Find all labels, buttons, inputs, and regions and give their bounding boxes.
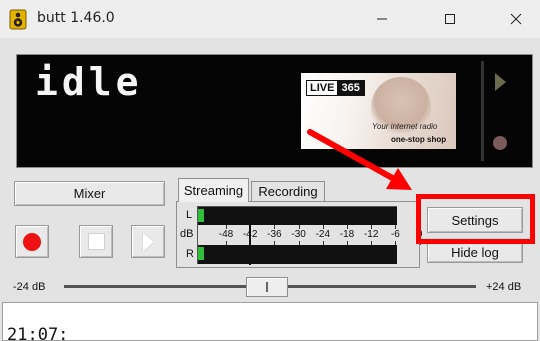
ad-tagline: Your internet radio bbox=[372, 122, 438, 131]
minimize-button[interactable] bbox=[359, 0, 405, 38]
vu-scale-label: -30 bbox=[291, 229, 306, 240]
maximize-icon bbox=[445, 14, 455, 24]
ad-logo-number: 365 bbox=[337, 81, 364, 95]
vu-tick bbox=[395, 241, 397, 245]
record-indicator-icon bbox=[493, 136, 507, 150]
stop-icon bbox=[87, 233, 105, 250]
maximize-button[interactable] bbox=[427, 0, 473, 38]
minimize-icon bbox=[377, 18, 387, 20]
vu-tick bbox=[226, 241, 227, 245]
speaker-icon bbox=[9, 9, 27, 30]
vu-scale-label: -12 bbox=[363, 229, 379, 240]
hide-log-button[interactable]: Hide log bbox=[427, 241, 523, 263]
vu-left-level bbox=[198, 209, 204, 222]
vu-db-label: dB bbox=[180, 228, 194, 240]
stop-button[interactable] bbox=[79, 225, 113, 258]
volume-slider-thumb[interactable] bbox=[246, 277, 288, 297]
vu-scale: -48-42-36-30-24-18-12-60 bbox=[198, 225, 422, 245]
vu-meter-panel: L dB R -48-42-36-30-24-18-12-60 bbox=[176, 201, 422, 268]
tab-recording[interactable]: Recording bbox=[251, 181, 325, 201]
vu-scale-label: -18 bbox=[339, 229, 355, 240]
vu-peak-marker bbox=[249, 207, 252, 265]
play-indicator-icon bbox=[495, 73, 506, 91]
vu-meter: -48-42-36-30-24-18-12-60 bbox=[197, 206, 422, 265]
vu-scale-label: -36 bbox=[267, 229, 282, 240]
log-text: 21:07: bbox=[7, 325, 69, 341]
vu-tick bbox=[274, 241, 276, 245]
display-divider bbox=[481, 61, 484, 161]
close-icon bbox=[510, 13, 522, 25]
ad-tagline-2: one-stop shop bbox=[391, 135, 447, 144]
slider-grip-icon bbox=[266, 282, 268, 292]
mixer-button[interactable]: Mixer bbox=[14, 181, 165, 206]
window-title: butt 1.46.0 bbox=[37, 10, 115, 26]
vu-tick bbox=[347, 241, 348, 245]
log-panel[interactable]: 21:07: bbox=[2, 302, 538, 341]
status-display: idle LIVE 365 Your internet radio one-st… bbox=[16, 54, 533, 168]
tab-streaming[interactable]: Streaming bbox=[178, 178, 249, 202]
vu-scale-label: -24 bbox=[315, 229, 331, 240]
annotation-highlight-box bbox=[416, 194, 535, 244]
vu-left-label: L bbox=[186, 209, 193, 221]
ad-logo-text: LIVE bbox=[310, 82, 335, 94]
status-text: idle bbox=[35, 60, 143, 104]
vu-right-level bbox=[198, 247, 204, 260]
vu-right-label: R bbox=[186, 248, 194, 260]
vu-tick bbox=[371, 241, 373, 245]
vu-tick bbox=[322, 241, 324, 245]
ad-banner[interactable]: LIVE 365 Your internet radio one-stop sh… bbox=[301, 73, 456, 149]
live365-logo: LIVE 365 bbox=[306, 80, 365, 96]
close-button[interactable] bbox=[493, 0, 539, 38]
vu-scale-label: -6 bbox=[390, 229, 400, 240]
volume-max-label: +24 dB bbox=[486, 281, 522, 293]
record-button[interactable] bbox=[15, 225, 49, 258]
record-icon bbox=[23, 232, 41, 251]
play-icon bbox=[142, 232, 154, 251]
vu-scale-label: -48 bbox=[218, 229, 234, 240]
play-button[interactable] bbox=[131, 225, 165, 258]
volume-min-label: -24 dB bbox=[13, 281, 46, 293]
title-bar: butt 1.46.0 bbox=[0, 0, 540, 38]
vu-tick bbox=[298, 241, 300, 245]
